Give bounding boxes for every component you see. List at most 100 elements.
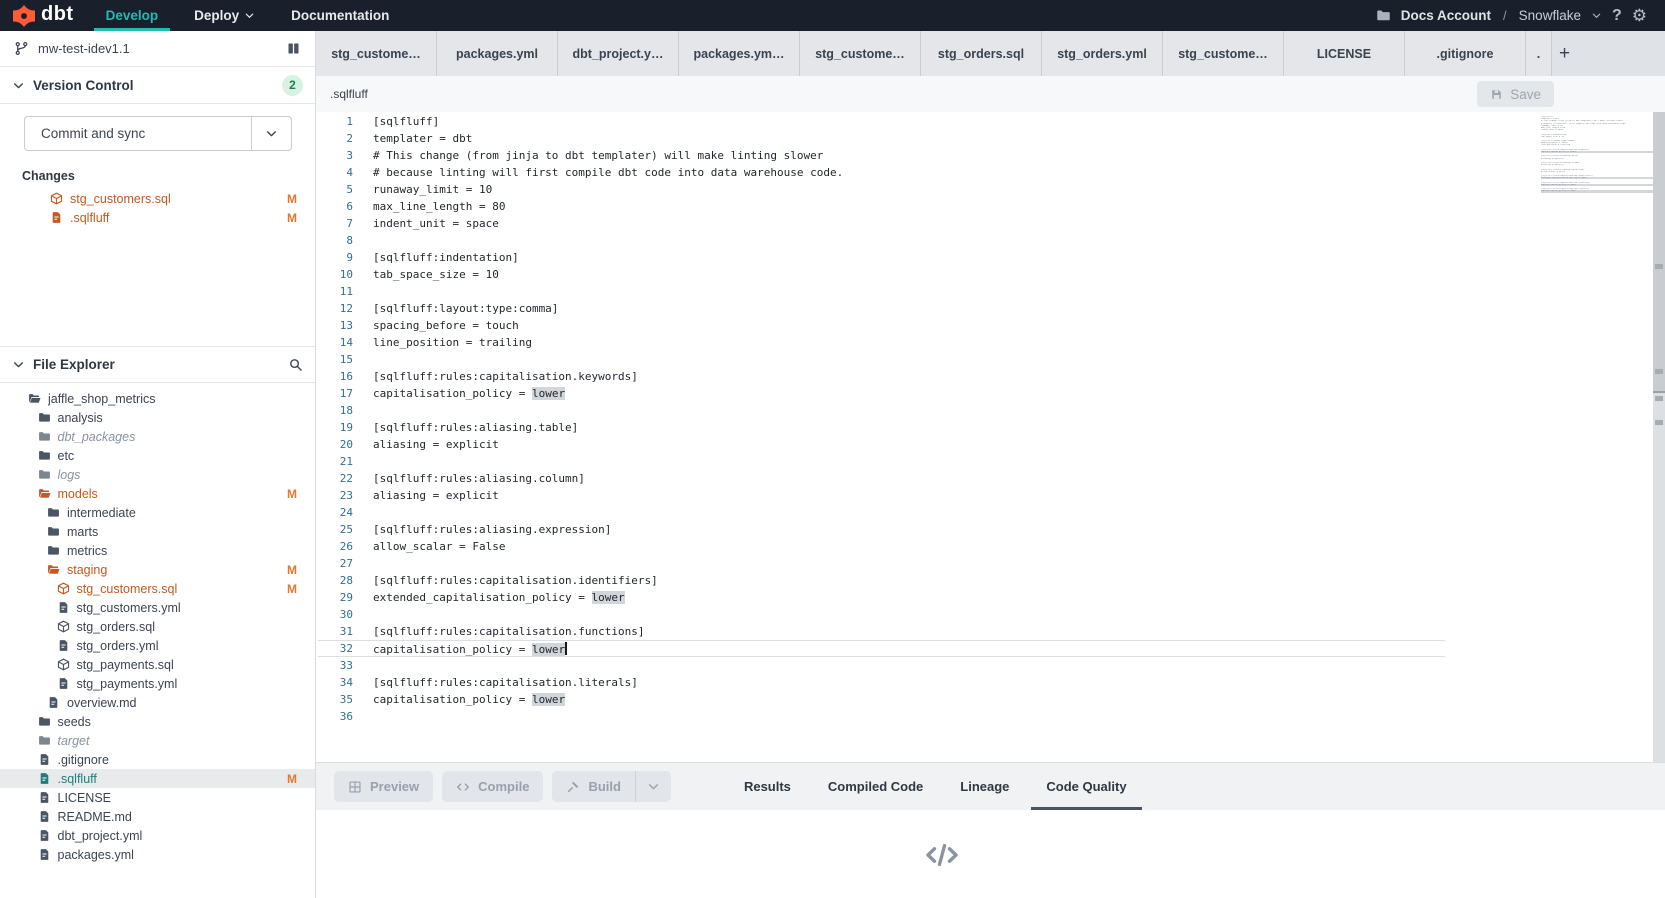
topbar-nav-develop[interactable]: Develop (88, 0, 177, 31)
tab-code-quality[interactable]: Code Quality (1046, 763, 1126, 810)
editor-tab-packages-yml[interactable]: packages.yml (437, 31, 558, 76)
code-line-7[interactable]: 7indent_unit = space (316, 215, 1653, 232)
editor-tab-license[interactable]: LICENSE (1284, 31, 1405, 76)
code-line-33[interactable]: 33 (316, 657, 1653, 674)
code-line-5[interactable]: 5runaway_limit = 10 (316, 181, 1653, 198)
tree-item-logs[interactable]: logs (0, 465, 315, 484)
code-line-25[interactable]: 25[sqlfluff:rules:aliasing.expression] (316, 521, 1653, 538)
code-line-4[interactable]: 4# because linting will first compile db… (316, 164, 1653, 181)
tree-item-stg-customers-sql[interactable]: stg_customers.sqlM (0, 579, 315, 598)
code-editor[interactable]: 1[sqlfluff]2templater = dbt3# This chang… (316, 112, 1653, 762)
code-line-29[interactable]: 29extended_capitalisation_policy = lower (316, 589, 1653, 606)
code-line-26[interactable]: 26allow_scalar = False (316, 538, 1653, 555)
code-line-19[interactable]: 19[sqlfluff:rules:aliasing.table] (316, 419, 1653, 436)
code-line-15[interactable]: 15 (316, 351, 1653, 368)
code-line-21[interactable]: 21 (316, 453, 1653, 470)
tree-item-target[interactable]: target (0, 731, 315, 750)
tree-item-stg-payments-yml[interactable]: stg_payments.yml (0, 674, 315, 693)
chevron-down-icon[interactable] (1591, 10, 1602, 21)
code-line-3[interactable]: 3# This change (from jinja to dbt templa… (316, 147, 1653, 164)
tree-item-stg-orders-yml[interactable]: stg_orders.yml (0, 636, 315, 655)
tree-item-jaffle-shop-metrics[interactable]: jaffle_shop_metrics (0, 389, 315, 408)
code-line-22[interactable]: 22[sqlfluff:rules:aliasing.column] (316, 470, 1653, 487)
code-line-28[interactable]: 28[sqlfluff:rules:capitalisation.identif… (316, 572, 1653, 589)
code-line-27[interactable]: 27 (316, 555, 1653, 572)
compile-button[interactable]: Compile (442, 771, 543, 802)
tree-item-metrics[interactable]: metrics (0, 541, 315, 560)
code-line-31[interactable]: 31[sqlfluff:rules:capitalisation.functio… (316, 623, 1653, 640)
code-line-35[interactable]: 35capitalisation_policy = lower (316, 691, 1653, 708)
search-icon[interactable] (288, 357, 303, 372)
tree-item-staging[interactable]: stagingM (0, 560, 315, 579)
tree-item-dbt-project-yml[interactable]: dbt_project.yml (0, 826, 315, 845)
editor-tab-stg-custome[interactable]: stg_custome… (800, 31, 921, 76)
tree-item-seeds[interactable]: seeds (0, 712, 315, 731)
commit-and-sync-button[interactable]: Commit and sync (24, 116, 292, 151)
topbar-nav-documentation[interactable]: Documentation (273, 0, 407, 31)
account-name[interactable]: Docs Account (1401, 8, 1491, 23)
branch-selector[interactable]: mw-test-idev1.1 (0, 31, 315, 67)
code-line-36[interactable]: 36 (316, 708, 1653, 725)
code-line-16[interactable]: 16[sqlfluff:rules:capitalisation.keyword… (316, 368, 1653, 385)
code-line-23[interactable]: 23aliasing = explicit (316, 487, 1653, 504)
tab-compiled-code[interactable]: Compiled Code (828, 763, 923, 810)
tree-item-stg-payments-sql[interactable]: stg_payments.sql (0, 655, 315, 674)
tree-item-etc[interactable]: etc (0, 446, 315, 465)
panel-columns-icon[interactable] (286, 41, 301, 56)
change-item-stg-customers-sql[interactable]: stg_customers.sqlM (0, 189, 315, 208)
code-line-1[interactable]: 1[sqlfluff] (316, 113, 1653, 130)
change-item-sqlfluff[interactable]: .sqlfluffM (0, 208, 315, 227)
editor-tab-packages-ym[interactable]: packages.ym… (679, 31, 800, 76)
tree-item-marts[interactable]: marts (0, 522, 315, 541)
tree-item-models[interactable]: modelsM (0, 484, 315, 503)
tree-item-gitignore[interactable]: .gitignore (0, 750, 315, 769)
editor-tab-gitignore[interactable]: .gitignore (1405, 31, 1526, 76)
code-line-17[interactable]: 17capitalisation_policy = lower (316, 385, 1653, 402)
tree-item-analysis[interactable]: analysis (0, 408, 315, 427)
code-line-34[interactable]: 34[sqlfluff:rules:capitalisation.literal… (316, 674, 1653, 691)
tree-item-readme-md[interactable]: README.md (0, 807, 315, 826)
code-line-30[interactable]: 30 (316, 606, 1653, 623)
code-line-2[interactable]: 2templater = dbt (316, 130, 1653, 147)
editor-tab-stg-custome[interactable]: stg_custome… (316, 31, 437, 76)
code-line-20[interactable]: 20aliasing = explicit (316, 436, 1653, 453)
save-button[interactable]: Save (1477, 81, 1554, 107)
code-line-18[interactable]: 18 (316, 402, 1653, 419)
code-line-10[interactable]: 10tab_space_size = 10 (316, 266, 1653, 283)
editor-tab-dbt-project-y[interactable]: dbt_project.y… (558, 31, 679, 76)
tree-item-license[interactable]: LICENSE (0, 788, 315, 807)
build-options-caret[interactable] (635, 771, 671, 802)
build-button[interactable]: Build (552, 771, 635, 802)
tree-item-overview-md[interactable]: overview.md (0, 693, 315, 712)
tree-item-dbt-packages[interactable]: dbt_packages (0, 427, 315, 446)
code-line-12[interactable]: 12[sqlfluff:layout:type:comma] (316, 300, 1653, 317)
version-control-header[interactable]: Version Control 2 (0, 67, 315, 104)
topbar-nav-deploy[interactable]: Deploy (176, 0, 273, 31)
tree-item-stg-customers-yml[interactable]: stg_customers.yml (0, 598, 315, 617)
editor-tab-stg-orders-yml[interactable]: stg_orders.yml (1042, 31, 1163, 76)
tree-item-sqlfluff[interactable]: .sqlfluffM (0, 769, 315, 788)
code-line-13[interactable]: 13spacing_before = touch (316, 317, 1653, 334)
new-tab-button[interactable]: + (1552, 31, 1577, 76)
editor-tab-stg-orders-sql[interactable]: stg_orders.sql (921, 31, 1042, 76)
tree-item-stg-orders-sql[interactable]: stg_orders.sql (0, 617, 315, 636)
tree-item-packages-yml[interactable]: packages.yml (0, 845, 315, 864)
code-line-8[interactable]: 8 (316, 232, 1653, 249)
minimap[interactable]: [sqlfluff]templater = dbt# This change (… (1541, 116, 1653, 195)
editor-tab-[interactable]: . (1526, 31, 1552, 76)
tree-item-intermediate[interactable]: intermediate (0, 503, 315, 522)
file-explorer-header[interactable]: File Explorer (0, 346, 315, 383)
code-line-11[interactable]: 11 (316, 283, 1653, 300)
scrollbar-thumb[interactable] (1653, 112, 1665, 391)
preview-button[interactable]: Preview (334, 771, 433, 802)
dbt-logo[interactable]: dbt (0, 0, 88, 31)
code-line-32[interactable]: 32capitalisation_policy = lower (316, 640, 1653, 657)
tab-lineage[interactable]: Lineage (960, 763, 1009, 810)
code-line-9[interactable]: 9[sqlfluff:indentation] (316, 249, 1653, 266)
code-line-14[interactable]: 14line_position = trailing (316, 334, 1653, 351)
gear-icon[interactable]: ⚙ (1632, 7, 1647, 24)
commit-options-caret[interactable] (251, 117, 291, 150)
code-line-6[interactable]: 6max_line_length = 80 (316, 198, 1653, 215)
connection-name[interactable]: Snowflake (1519, 8, 1581, 23)
tab-results[interactable]: Results (744, 763, 791, 810)
